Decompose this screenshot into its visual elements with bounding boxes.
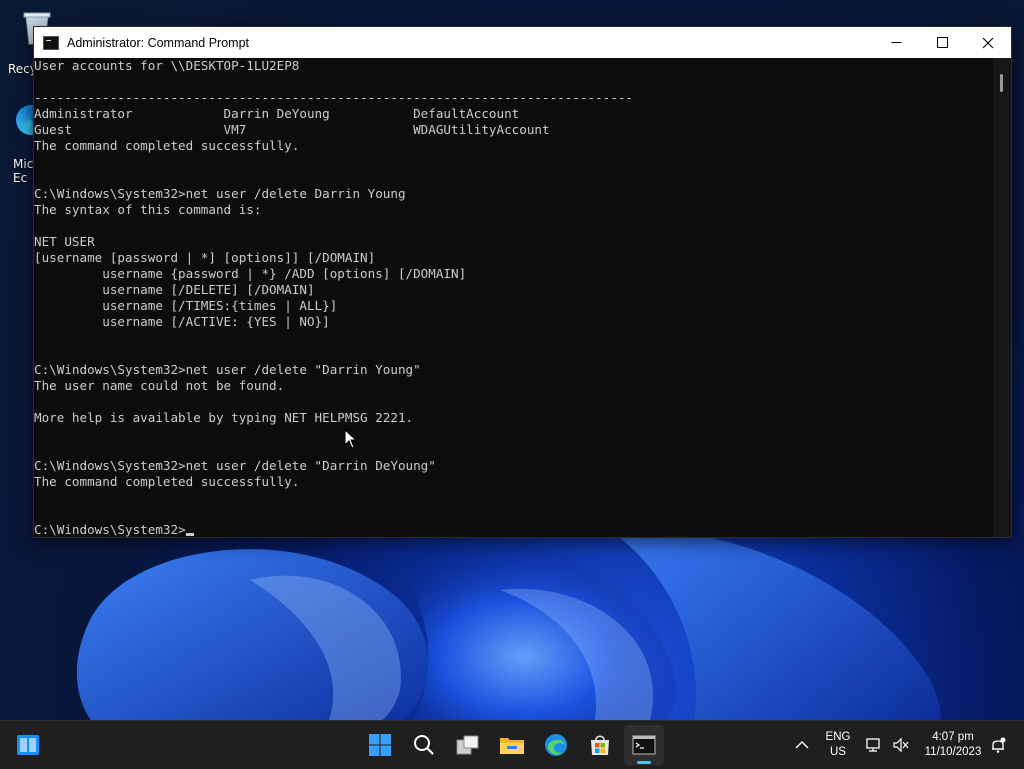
input-language-indicator[interactable]: ENG US bbox=[820, 730, 856, 760]
console-line: username [/ACTIVE: {YES | NO}] bbox=[34, 314, 330, 329]
mouse-pointer-icon bbox=[344, 429, 358, 449]
store-icon bbox=[591, 735, 609, 755]
volume-status[interactable] bbox=[888, 725, 914, 765]
console-line: username [/TIMES:{times | ALL}] bbox=[34, 298, 338, 313]
command-prompt-icon bbox=[43, 35, 59, 50]
console-prompt: C:\Windows\System32> bbox=[34, 522, 186, 537]
window-title: Administrator: Command Prompt bbox=[67, 35, 250, 50]
console-output[interactable]: User accounts for \\DESKTOP-1LU2EP8 ----… bbox=[34, 58, 993, 537]
text-cursor bbox=[185, 533, 194, 536]
network-status[interactable] bbox=[862, 725, 888, 765]
notification-bell-icon bbox=[992, 737, 1006, 753]
widgets-icon bbox=[17, 735, 39, 755]
edge-button[interactable] bbox=[536, 725, 576, 765]
wallpaper-bloom bbox=[76, 528, 941, 740]
console-line: The command completed successfully. bbox=[34, 474, 300, 489]
console-line: The syntax of this command is: bbox=[34, 202, 262, 217]
terminal-icon bbox=[632, 735, 656, 755]
clock-date: 11/10/2023 bbox=[924, 746, 982, 758]
title-bar[interactable]: Administrator: Command Prompt bbox=[34, 27, 1011, 58]
notifications-button[interactable] bbox=[984, 725, 1012, 765]
console-line: C:\Windows\System32>net user /delete "Da… bbox=[34, 362, 421, 377]
console-line: User accounts for \\DESKTOP-1LU2EP8 bbox=[34, 58, 300, 73]
console-line: ----------------------------------------… bbox=[34, 90, 633, 105]
clock-time: 4:07 pm bbox=[932, 731, 974, 743]
console-line: Guest VM7 WDAGUtilityAccount bbox=[34, 122, 550, 137]
console-text: User accounts for \\DESKTOP-1LU2EP8 ----… bbox=[34, 58, 993, 538]
close-icon bbox=[982, 37, 994, 48]
search-icon bbox=[414, 735, 434, 755]
scrollbar-thumb[interactable] bbox=[1000, 74, 1003, 92]
system-clock[interactable]: 4:07 pm 11/10/2023 bbox=[912, 730, 994, 760]
console-line: [username [password | *] [options]] [/DO… bbox=[34, 250, 376, 265]
maximize-button[interactable] bbox=[919, 27, 965, 58]
task-view-button[interactable] bbox=[448, 725, 488, 765]
edge-icon bbox=[545, 734, 567, 756]
console-line: username [/DELETE] [/DOMAIN] bbox=[34, 282, 315, 297]
close-button[interactable] bbox=[965, 27, 1011, 58]
terminal-button[interactable] bbox=[624, 725, 664, 765]
console-line: The command completed successfully. bbox=[34, 138, 300, 153]
chevron-up-icon bbox=[795, 741, 809, 749]
console-line: username {password | *} /ADD [options] [… bbox=[34, 266, 467, 281]
desktop-icon-label: Mic Ec bbox=[13, 157, 34, 185]
maximize-icon bbox=[936, 37, 948, 48]
taskbar: ENG US 4:07 pm 11/10/2023 bbox=[0, 720, 1024, 769]
console-line: C:\Windows\System32>net user /delete "Da… bbox=[34, 458, 436, 473]
console-line: NET USER bbox=[34, 234, 95, 249]
console-line: C:\Windows\System32>net user /delete Dar… bbox=[34, 186, 406, 201]
show-hidden-icons-button[interactable] bbox=[784, 725, 820, 765]
console-line: Administrator Darrin DeYoung DefaultAcco… bbox=[34, 106, 520, 121]
store-button[interactable] bbox=[580, 725, 620, 765]
region-code: US bbox=[830, 746, 846, 758]
minimize-button[interactable] bbox=[873, 27, 919, 58]
widgets-button[interactable] bbox=[8, 725, 48, 765]
console-line: The user name could not be found. bbox=[34, 378, 285, 393]
file-explorer-button[interactable] bbox=[492, 725, 532, 765]
vertical-scrollbar[interactable] bbox=[993, 58, 1011, 537]
search-button[interactable] bbox=[404, 725, 444, 765]
language-code: ENG bbox=[825, 731, 851, 743]
minimize-icon bbox=[891, 42, 901, 43]
network-icon bbox=[866, 738, 880, 752]
command-prompt-window[interactable]: Administrator: Command Prompt User accou… bbox=[33, 26, 1012, 538]
start-button[interactable] bbox=[360, 725, 400, 765]
volume-muted-icon bbox=[893, 737, 909, 753]
start-icon bbox=[369, 734, 391, 756]
console-line: More help is available by typing NET HEL… bbox=[34, 410, 414, 425]
file-explorer-icon bbox=[500, 738, 524, 754]
task-view-icon bbox=[456, 735, 479, 755]
